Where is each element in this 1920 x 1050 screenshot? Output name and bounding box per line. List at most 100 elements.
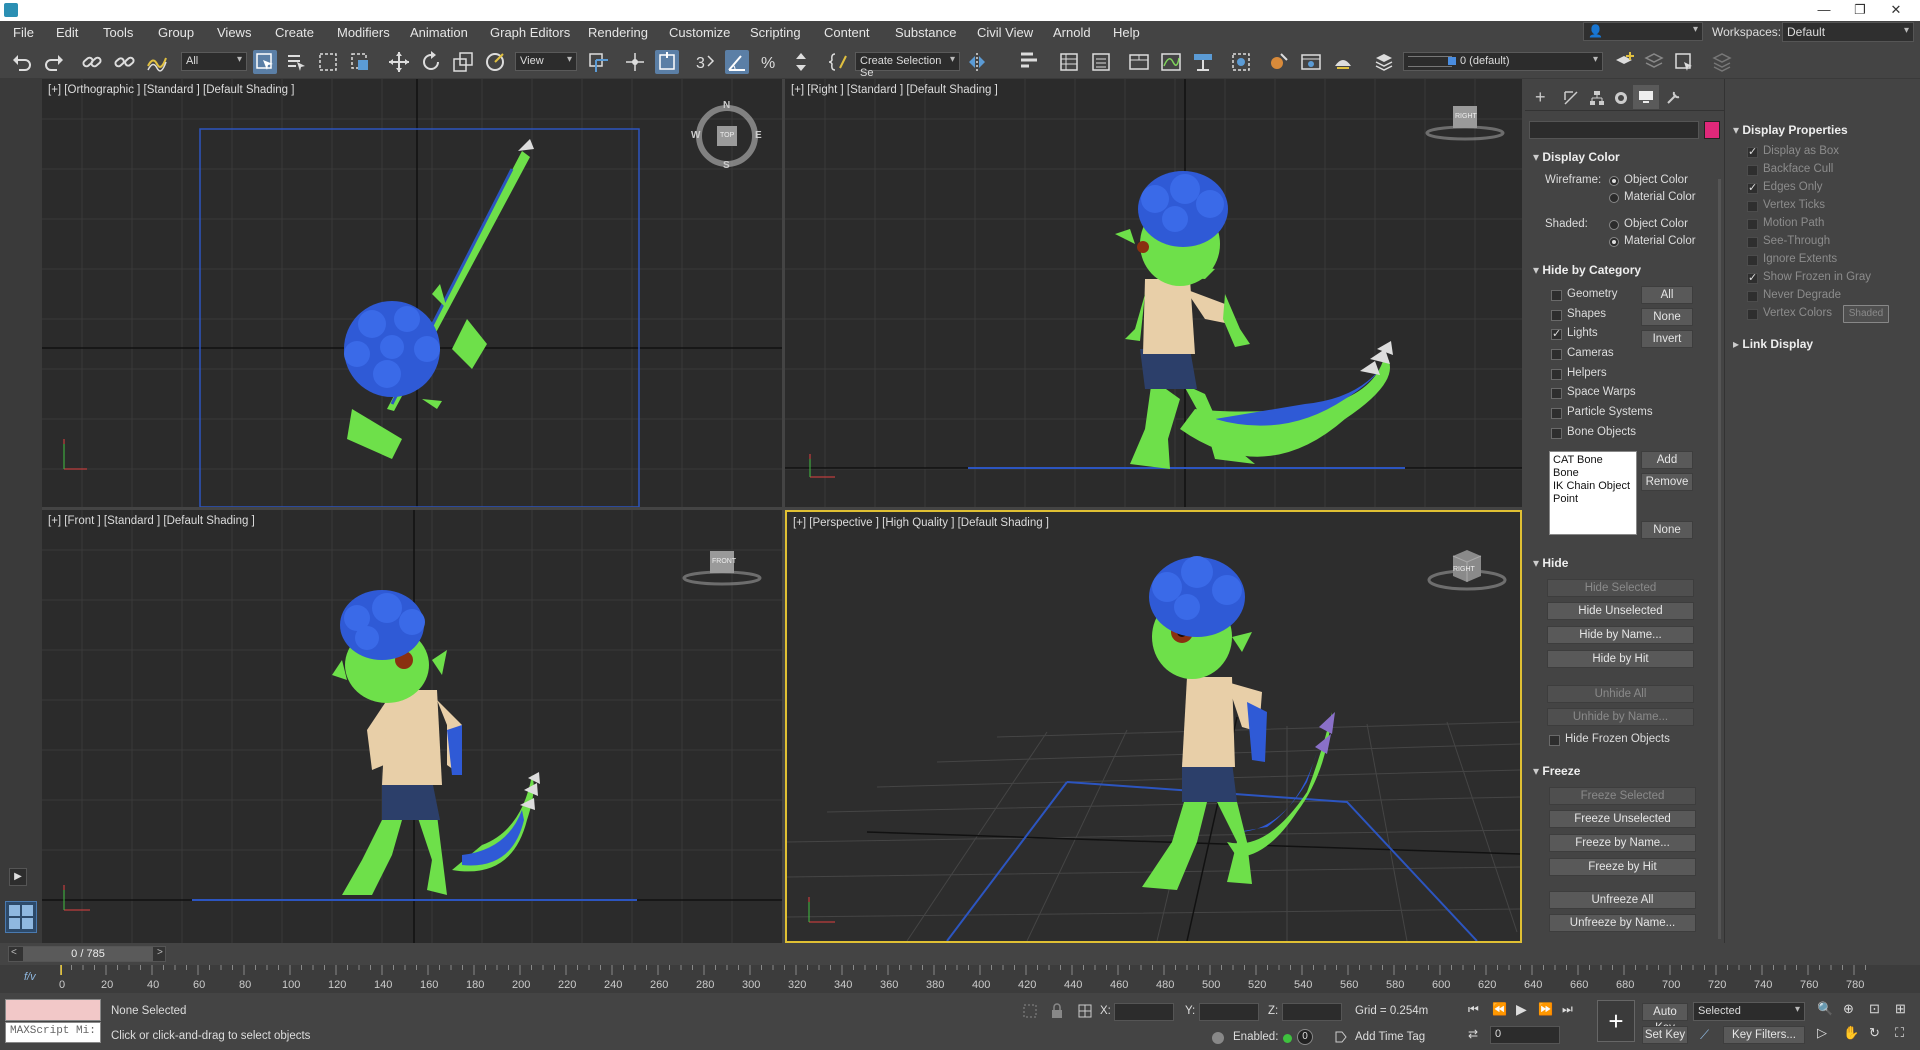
hide-by-name-button[interactable]: Hide by Name... xyxy=(1547,626,1694,644)
helpers-checkbox[interactable] xyxy=(1551,369,1562,380)
create-new-layer-icon[interactable] xyxy=(1612,50,1636,74)
freeze-by-hit-button[interactable]: Freeze by Hit xyxy=(1549,858,1696,876)
key-filters-button[interactable]: Key Filters... xyxy=(1723,1026,1805,1044)
adaptive-degradation-icon[interactable] xyxy=(1210,1030,1226,1046)
select-manipulate-icon[interactable] xyxy=(623,50,647,74)
x-coordinate-field[interactable] xyxy=(1114,1003,1174,1021)
spinner-snap-icon[interactable] xyxy=(789,50,813,74)
redo-icon[interactable] xyxy=(42,50,66,74)
vertex-colors-checkbox[interactable] xyxy=(1747,309,1758,320)
user-account-dropdown[interactable]: 👤 ▾ xyxy=(1583,22,1703,41)
hierarchy-tab-icon[interactable] xyxy=(1589,90,1605,106)
render-setup-icon[interactable] xyxy=(1267,50,1291,74)
menu-rendering[interactable]: Rendering xyxy=(588,25,648,40)
viewport-label[interactable]: [+] [Perspective ] [High Quality ] [Defa… xyxy=(793,517,1049,529)
object-color-swatch[interactable] xyxy=(1704,121,1720,139)
menu-civil-view[interactable]: Civil View xyxy=(977,25,1033,40)
percent-snap-icon[interactable]: % xyxy=(757,50,781,74)
viewport-front[interactable]: [+] [Front ] [Standard ] [Default Shadin… xyxy=(42,510,782,943)
hide-unselected-button[interactable]: Hide Unselected xyxy=(1547,602,1694,620)
selection-lock-icon[interactable] xyxy=(1049,1003,1065,1019)
backface-cull-checkbox[interactable] xyxy=(1747,165,1758,176)
set-keys-icon[interactable]: + xyxy=(1597,1000,1635,1042)
add-to-layer-icon[interactable] xyxy=(1642,50,1666,74)
motion-tab-icon[interactable] xyxy=(1613,90,1629,106)
unhide-by-name-button[interactable]: Unhide by Name... xyxy=(1547,708,1694,726)
rotate-icon[interactable] xyxy=(419,50,443,74)
shaded-object-color-radio[interactable] xyxy=(1609,220,1619,230)
reference-coordinate-dropdown[interactable]: View xyxy=(515,52,577,71)
angle-snap-icon[interactable] xyxy=(725,50,749,74)
default-in-out-tangents-icon[interactable]: ⟋ xyxy=(1700,1027,1709,1043)
edit-named-selection-icon[interactable] xyxy=(827,50,851,74)
maxscript-listener-pink[interactable] xyxy=(5,999,101,1021)
menu-create[interactable]: Create xyxy=(275,25,314,40)
viewport-label[interactable]: [+] [Right ] [Standard ] [Default Shadin… xyxy=(791,84,998,96)
list-none-button[interactable]: None xyxy=(1641,521,1693,539)
time-slider-next-icon[interactable]: > xyxy=(157,947,163,958)
mirror-icon[interactable] xyxy=(965,50,989,74)
menu-scripting[interactable]: Scripting xyxy=(750,25,801,40)
pan-view-icon[interactable]: ✋ xyxy=(1843,1025,1859,1041)
unlink-icon[interactable] xyxy=(112,50,136,74)
viewport-layouts-button[interactable] xyxy=(5,901,37,933)
space-warps-checkbox[interactable] xyxy=(1551,388,1562,399)
viewport-orthographic[interactable]: [+] [Orthographic ] [Standard ] [Default… xyxy=(42,79,782,507)
menu-customize[interactable]: Customize xyxy=(669,25,730,40)
viewport-label[interactable]: [+] [Orthographic ] [Standard ] [Default… xyxy=(48,84,294,96)
isolate-selection-icon[interactable] xyxy=(1022,1003,1038,1019)
display-as-box-checkbox[interactable] xyxy=(1747,145,1758,158)
freeze-header[interactable]: Freeze xyxy=(1533,764,1580,778)
y-coordinate-field[interactable] xyxy=(1199,1003,1259,1021)
link-display-header[interactable]: Link Display xyxy=(1733,337,1813,351)
all-button[interactable]: All xyxy=(1641,286,1693,304)
snaps-toggle-icon[interactable]: 3 xyxy=(693,50,717,74)
set-current-layer-icon[interactable] xyxy=(1710,50,1734,74)
menu-file[interactable]: File xyxy=(13,25,34,40)
auto-key-button[interactable]: Auto Key xyxy=(1642,1003,1688,1034)
menu-arnold[interactable]: Arnold xyxy=(1053,25,1091,40)
menu-tools[interactable]: Tools xyxy=(103,25,133,40)
go-to-start-icon[interactable]: ⏮ xyxy=(1468,1002,1479,1017)
freeze-selected-button[interactable]: Freeze Selected xyxy=(1549,787,1696,805)
unhide-all-button[interactable]: Unhide All xyxy=(1547,685,1694,703)
align-icon[interactable] xyxy=(1017,50,1041,74)
freeze-unselected-button[interactable]: Freeze Unselected xyxy=(1549,810,1696,828)
enabled-indicator[interactable] xyxy=(1283,1034,1292,1043)
zoom-all-icon[interactable]: ⊕ xyxy=(1843,1001,1854,1017)
scale-icon[interactable] xyxy=(451,50,475,74)
cameras-checkbox[interactable] xyxy=(1551,349,1562,360)
never-degrade-checkbox[interactable] xyxy=(1747,291,1758,302)
rectangular-selection-icon[interactable] xyxy=(316,50,340,74)
remove-button[interactable]: Remove xyxy=(1641,473,1693,491)
track-bar[interactable]: f/v 0 20 40 60 80 100 120 140 160 180 20… xyxy=(0,965,1920,993)
viewcube[interactable]: RIGHT xyxy=(1427,544,1507,594)
display-color-header[interactable]: Display Color xyxy=(1533,150,1619,164)
link-icon[interactable] xyxy=(80,50,104,74)
category-list[interactable]: CAT Bone Bone IK Chain Object Point xyxy=(1549,451,1637,535)
hide-by-category-header[interactable]: Hide by Category xyxy=(1533,263,1641,277)
viewport-label[interactable]: [+] [Front ] [Standard ] [Default Shadin… xyxy=(48,515,255,527)
list-item[interactable]: CAT Bone xyxy=(1553,454,1633,467)
vertex-ticks-checkbox[interactable] xyxy=(1747,201,1758,212)
vertex-colors-shaded-button[interactable]: Shaded xyxy=(1843,305,1889,323)
motion-path-checkbox[interactable] xyxy=(1747,219,1758,230)
scene-explorer-icon[interactable] xyxy=(1057,50,1081,74)
utilities-tab-icon[interactable] xyxy=(1665,90,1681,106)
menu-edit[interactable]: Edit xyxy=(56,25,78,40)
geometry-checkbox[interactable] xyxy=(1551,290,1562,301)
hide-selected-button[interactable]: Hide Selected xyxy=(1547,579,1694,597)
minimize-icon[interactable]: — xyxy=(1810,2,1838,19)
orbit-icon[interactable]: ↻ xyxy=(1869,1025,1880,1041)
layer-dropdown[interactable]: 0 (default) xyxy=(1403,52,1603,71)
workspaces-dropdown[interactable]: Default ▾ xyxy=(1782,22,1914,42)
hide-by-hit-button[interactable]: Hide by Hit xyxy=(1547,650,1694,668)
particle-systems-checkbox[interactable] xyxy=(1551,408,1562,419)
add-time-tag-label[interactable]: Add Time Tag xyxy=(1355,1031,1425,1043)
play-icon[interactable]: ▶ xyxy=(9,868,27,886)
render-production-icon[interactable] xyxy=(1331,50,1355,74)
panel-scrollbar[interactable] xyxy=(1718,179,1721,939)
key-mode-toggle-icon[interactable]: ⇄ xyxy=(1468,1027,1478,1041)
current-frame-field[interactable]: 0 xyxy=(1490,1026,1560,1044)
window-crossing-icon[interactable] xyxy=(348,50,372,74)
